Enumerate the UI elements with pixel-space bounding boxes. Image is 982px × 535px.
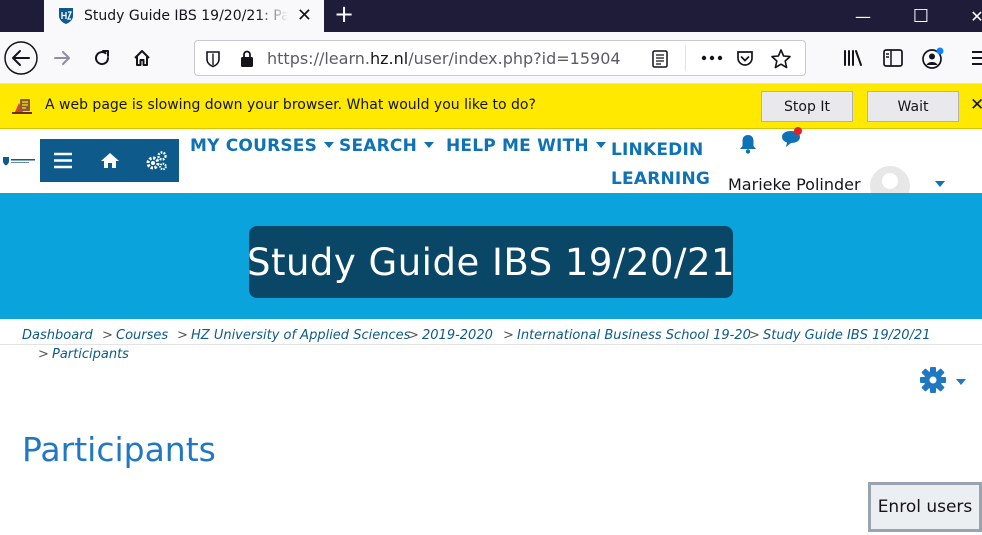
nav-linkedin-learning[interactable]: LINKEDIN LEARNING xyxy=(611,136,710,194)
reload-button[interactable] xyxy=(88,32,116,84)
new-tab-button[interactable]: + xyxy=(334,1,354,27)
sidebar-button[interactable] xyxy=(878,32,908,84)
browser-tab[interactable]: Study Guide IBS 19/20/21: Participants ✕ xyxy=(44,0,324,32)
chevron-down-icon xyxy=(956,379,966,385)
stop-it-button[interactable]: Stop It xyxy=(761,91,853,122)
home-icon xyxy=(134,50,150,66)
notification-message: A web page is slowing down your browser.… xyxy=(45,97,536,113)
url-domain: hz.nl xyxy=(369,49,409,68)
forward-button[interactable] xyxy=(48,32,76,84)
breadcrumb-separator: > xyxy=(503,328,514,343)
back-button[interactable] xyxy=(2,32,40,84)
gear-icon xyxy=(920,367,946,393)
breadcrumb-business-school[interactable]: International Business School 19-20 xyxy=(517,328,751,343)
user-name[interactable]: Marieke Polinder xyxy=(728,175,861,194)
page-settings-menu[interactable] xyxy=(919,366,969,396)
page-title: Participants xyxy=(22,430,216,469)
chevron-down-icon xyxy=(595,142,606,148)
sidebar-icon xyxy=(883,49,903,67)
nav-search-label: SEARCH xyxy=(339,136,418,156)
breadcrumb-separator: > xyxy=(38,347,49,362)
maximize-icon: ☐ xyxy=(912,5,930,27)
hamburger-icon[interactable] xyxy=(53,152,73,169)
forward-arrow-icon xyxy=(54,51,70,65)
breadcrumb-separator: > xyxy=(177,328,188,343)
nav-my-courses-label: MY COURSES xyxy=(190,136,318,156)
breadcrumb-study-guide[interactable]: Study Guide IBS 19/20/21 xyxy=(763,328,931,343)
url-bar[interactable]: https://learn.hz.nl/user/index.php?id=15… xyxy=(194,40,806,76)
bookmark-star-icon[interactable] xyxy=(770,48,792,70)
maximize-button[interactable]: ☐ xyxy=(898,0,944,32)
account-icon xyxy=(922,47,944,69)
wait-button[interactable]: Wait xyxy=(867,91,959,122)
site-header: MY COURSES SEARCH HELP ME WITH LINKEDIN … xyxy=(0,127,982,208)
tab-title: Study Guide IBS 19/20/21: Participants xyxy=(84,8,288,24)
account-button[interactable] xyxy=(918,32,948,84)
nav-linkedin-label-1: LINKEDIN xyxy=(611,140,704,160)
url-text: https://learn.hz.nl/user/index.php?id=15… xyxy=(267,49,621,68)
quick-icon-bar xyxy=(40,139,179,182)
home-button[interactable] xyxy=(128,32,156,84)
notification-close-icon[interactable]: ✕ xyxy=(970,95,982,115)
breadcrumb-year[interactable]: 2019-2020 xyxy=(422,328,493,343)
app-menu-button[interactable] xyxy=(966,32,982,84)
url-path: /user/index.php?id=15904 xyxy=(408,49,621,68)
breadcrumb-participants: Participants xyxy=(52,347,129,362)
home-icon[interactable] xyxy=(100,152,120,169)
breadcrumb-dashboard[interactable]: Dashboard xyxy=(22,328,93,343)
pocket-icon[interactable] xyxy=(735,49,755,69)
chevron-down-icon xyxy=(324,142,335,148)
tab-close-icon[interactable]: ✕ xyxy=(297,6,312,26)
nav-linkedin-label-2: LEARNING xyxy=(611,169,711,189)
navigation-toolbar: https://learn.hz.nl/user/index.php?id=15… xyxy=(0,32,982,84)
enrol-users-button[interactable]: Enrol users xyxy=(868,482,982,532)
nav-my-courses[interactable]: MY COURSES xyxy=(190,136,335,156)
window-close-icon: ✕ xyxy=(970,6,982,26)
university-logo[interactable] xyxy=(2,156,36,166)
user-menu-chevron-icon[interactable] xyxy=(935,181,945,187)
more-actions-icon[interactable] xyxy=(701,55,723,61)
url-prefix: https://learn. xyxy=(267,49,370,68)
hz-shield-icon xyxy=(59,8,73,24)
nav-help-me-with[interactable]: HELP ME WITH xyxy=(446,136,606,156)
slow-page-warning-icon xyxy=(12,99,32,114)
bell-icon[interactable] xyxy=(738,133,758,155)
minimize-button[interactable]: — xyxy=(840,0,886,32)
chevron-down-icon xyxy=(424,142,435,148)
message-bubble-icon[interactable] xyxy=(780,127,806,151)
back-arrow-icon xyxy=(4,41,38,75)
breadcrumb-separator: > xyxy=(408,328,419,343)
reader-view-icon[interactable] xyxy=(651,49,669,69)
library-icon xyxy=(844,50,862,66)
library-button[interactable] xyxy=(838,32,868,84)
course-banner: Study Guide IBS 19/20/21 xyxy=(0,193,982,319)
nav-help-me-with-label: HELP ME WITH xyxy=(446,136,589,156)
breadcrumb-separator: > xyxy=(102,328,113,343)
settings-cogs-icon[interactable] xyxy=(145,150,169,172)
browser-tab-bar: Study Guide IBS 19/20/21: Participants ✕… xyxy=(0,0,982,32)
lock-icon xyxy=(241,50,253,67)
breadcrumb-divider xyxy=(0,344,982,345)
nav-search[interactable]: SEARCH xyxy=(339,136,435,156)
minimize-icon: — xyxy=(855,6,871,26)
window-close-button[interactable]: ✕ xyxy=(954,0,982,32)
tracking-shield-icon xyxy=(206,51,220,68)
breadcrumb-hz-university[interactable]: HZ University of Applied Sciences xyxy=(191,328,410,343)
breadcrumb-courses[interactable]: Courses xyxy=(116,328,168,343)
course-title: Study Guide IBS 19/20/21 xyxy=(247,226,735,298)
url-divider xyxy=(685,45,686,71)
hamburger-menu-icon xyxy=(972,51,982,65)
slow-page-notification: A web page is slowing down your browser.… xyxy=(0,84,982,129)
breadcrumb-separator: > xyxy=(749,328,760,343)
reload-icon xyxy=(95,50,110,66)
